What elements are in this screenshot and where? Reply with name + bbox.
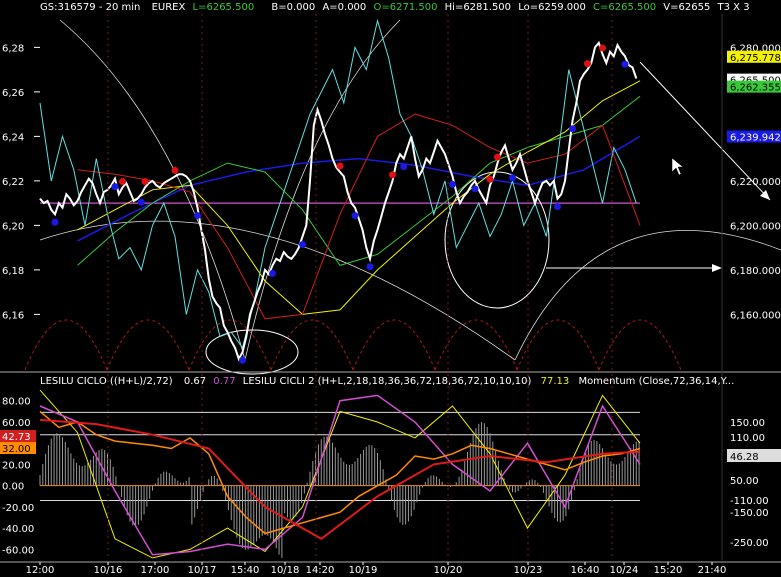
swing-low-marker (51, 218, 59, 226)
swing-high-marker (171, 166, 179, 174)
x-tick-label: 15:20 (654, 565, 683, 576)
price-badge-label: 6,275.778 (730, 53, 781, 64)
swing-high-marker (389, 171, 396, 179)
x-tick-label: 10/23 (514, 565, 543, 576)
swing-low-marker (111, 183, 119, 191)
x-tick-label: 21:40 (698, 565, 727, 576)
template-label: T3 X 3 (717, 2, 750, 13)
ind1-value2: 0.77 (213, 376, 236, 387)
swing-high-marker (141, 178, 149, 186)
chart-canvas: 6,286,266,246,226,206,186,166,280.0006,2… (0, 0, 781, 577)
swing-low-marker (351, 212, 359, 220)
swing-low-marker (621, 60, 629, 68)
x-tick-label: 16:40 (571, 565, 600, 576)
swing-low-marker (569, 125, 576, 133)
price-badge-label: 6,262.355 (730, 83, 781, 94)
ind-y-tick-label: 0.00 (2, 482, 24, 493)
ind-y-tick-label: -60.00 (2, 545, 34, 556)
x-tick-label: 10/20 (434, 565, 463, 576)
x-tick-label: 15:40 (231, 565, 260, 576)
ind-right-tick-label: 50.00 (730, 476, 759, 487)
indicator-header: LESILU CICLO ((H+L)/2,72) 0.67 0.77 LESI… (40, 376, 734, 387)
ind-y-tick-label: 80.00 (2, 397, 31, 408)
swing-low-marker (449, 180, 456, 188)
x-tick-label: 12:00 (26, 565, 55, 576)
ind2-value: 77.13 (540, 376, 570, 387)
price-y-tick-label: 6,28 (2, 43, 24, 54)
x-tick-label: 10/24 (610, 565, 639, 576)
ind-right-tick-label: -110.00 (730, 496, 769, 507)
price-right-tick-label: 6,200.000 (730, 221, 781, 232)
x-tick-label: 14:20 (306, 565, 335, 576)
low-label: Lo=6259.000 (518, 2, 586, 13)
price-right-tick-label: 6,160.000 (730, 310, 781, 321)
swing-high-marker (584, 60, 591, 68)
ind1-name: LESILU CICLO ((H+L)/2,72) (40, 376, 173, 387)
price-y-tick-label: 6,26 (2, 88, 24, 99)
swing-high-marker (486, 175, 494, 183)
swing-low-marker (299, 241, 306, 248)
x-tick-label: 10/16 (94, 565, 123, 576)
ask-label: A=0.000 (322, 2, 367, 13)
swing-low-marker (269, 269, 276, 277)
chart-window: 6,28 6,26 6,24 6,22 6,20 6,18 6,16 6,280.000 6,2… (0, 0, 781, 577)
price-y-tick-label: 6,24 (2, 132, 24, 143)
ind-y-tick-label: 20.00 (2, 460, 31, 471)
x-tick-label: 10/17 (188, 565, 217, 576)
x-tick-label: 17:00 (141, 565, 170, 576)
swing-low-marker (239, 356, 246, 364)
open-label: O=6271.500 (373, 2, 438, 13)
bid-label: B=0.000 (271, 2, 316, 13)
ind-y-tick-label: -20.00 (2, 503, 34, 514)
ind-left-badge-label: 32.00 (2, 444, 31, 455)
swing-high-marker (336, 162, 344, 170)
swing-low-marker (366, 263, 374, 271)
swing-low-marker (554, 203, 561, 211)
last-label: L=6265.500 (192, 2, 255, 13)
swing-low-marker (400, 163, 408, 171)
swing-high-marker (119, 178, 126, 186)
price-right-tick-label: 6,220.000 (730, 177, 781, 188)
ind-left-badge-label: 42.73 (2, 432, 31, 443)
ind-right-badge-label: 46.28 (730, 452, 759, 463)
price-right-tick-label: 6,180.000 (730, 266, 781, 277)
volume-label: V=62655 (663, 2, 711, 13)
x-tick-label: 10/19 (349, 565, 378, 576)
ind-right-tick-label: -150.00 (730, 508, 769, 519)
swing-high-marker (494, 153, 501, 161)
price-y-tick-label: 6,18 (2, 266, 24, 277)
ind-right-tick-label: 150.00 (730, 418, 765, 429)
price-badge-label: 6,239.942 (730, 133, 781, 144)
ind3-name: Momentum (Close,72,36,14,Y... (578, 376, 735, 387)
ind-y-tick-label: -40.00 (2, 524, 34, 535)
symbol-label: GS:316579 - 20 min (40, 2, 141, 13)
swing-low-marker (471, 185, 479, 193)
swing-low-marker (194, 212, 201, 220)
x-tick-label: 10/18 (271, 565, 300, 576)
price-y-tick-label: 6,22 (2, 177, 24, 188)
price-y-tick-label: 6,16 (2, 310, 24, 321)
swing-low-marker (509, 174, 516, 182)
exchange-label: EUREX (151, 2, 186, 13)
close-label: C=6265.500 (593, 2, 657, 13)
swing-high-marker (599, 44, 606, 52)
ind-right-tick-label: 110.00 (730, 433, 765, 444)
ind2-name: LESILU CICLI 2 (H+L,2,18,18,36,36,72,18,… (242, 376, 532, 387)
price-y-tick-label: 6,20 (2, 221, 24, 232)
swing-low-marker (137, 198, 145, 206)
ind-y-tick-label: 60.00 (2, 418, 31, 429)
price-header: GS:316579 - 20 min EUREX L=6265.500 B=0.… (40, 2, 750, 13)
high-label: Hi=6281.500 (444, 2, 512, 13)
ind1-value1: 0.67 (183, 376, 207, 387)
ind-right-tick-label: -250.00 (730, 538, 769, 549)
